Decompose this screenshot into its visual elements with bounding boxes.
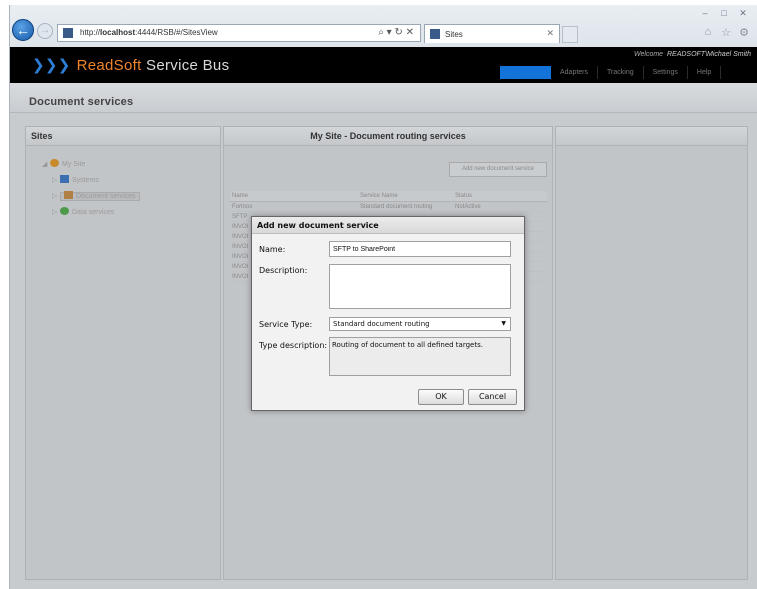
sites-panel-title: Sites bbox=[26, 127, 220, 146]
logo-brand: ReadSoft bbox=[76, 57, 142, 74]
name-label: Name: bbox=[259, 245, 286, 254]
chevron-down-icon[interactable]: ▼ bbox=[501, 318, 506, 330]
sites-tree: ◢ My Site ▷ Systems ▷ Document services ▷ Da… bbox=[42, 159, 140, 223]
description-label: Description: bbox=[259, 266, 308, 275]
address-tools-icons[interactable]: ⌕ ▾ ↻ ✕ bbox=[378, 27, 414, 38]
add-document-service-dialog: Add new document service Name: Descripti… bbox=[251, 216, 525, 411]
column-header-service-name[interactable]: Service Name bbox=[360, 191, 455, 201]
address-bar[interactable]: http://localhost:4444/RSB/#/SitesView ⌕ … bbox=[57, 24, 421, 42]
close-window-button[interactable]: ✕ bbox=[735, 7, 751, 19]
service-type-label: Service Type: bbox=[259, 320, 313, 329]
service-type-select[interactable]: Standard document routing ▼ bbox=[329, 317, 511, 331]
nav-tracking[interactable]: Tracking bbox=[598, 66, 644, 79]
tree-item-document-services[interactable]: ▷ Document services bbox=[52, 191, 140, 203]
details-panel bbox=[555, 126, 748, 580]
type-description-label: Type description: bbox=[259, 341, 328, 350]
nav-help[interactable]: Help bbox=[688, 66, 722, 79]
nav-adapters[interactable]: Adapters bbox=[551, 66, 599, 79]
address-url: http://localhost:4444/RSB/#/SitesView bbox=[80, 28, 218, 37]
welcome-user: READSOFT\Michael Smith bbox=[666, 51, 751, 58]
name-input[interactable] bbox=[329, 241, 511, 257]
maximize-button[interactable]: □ bbox=[716, 7, 732, 19]
expand-arrow-icon[interactable]: ▷ bbox=[52, 191, 60, 203]
page-title: Document services bbox=[29, 96, 134, 108]
table-header: Name Service Name Status bbox=[230, 191, 547, 202]
new-tab-button[interactable] bbox=[562, 26, 578, 43]
details-panel-header bbox=[556, 127, 747, 146]
expand-arrow-icon[interactable]: ◢ bbox=[42, 159, 50, 171]
data-services-icon bbox=[60, 207, 69, 215]
type-description-box: Routing of document to all defined targe… bbox=[329, 337, 511, 376]
site-globe-icon bbox=[50, 159, 59, 167]
app-logo: ❯❯❯ ReadSoft Service Bus bbox=[32, 56, 229, 74]
dialog-title: Add new document service bbox=[252, 217, 524, 234]
cancel-button[interactable]: Cancel bbox=[468, 389, 517, 405]
tab-favicon-icon bbox=[430, 29, 440, 39]
welcome-text: Welcome READSOFT\Michael Smith bbox=[634, 51, 751, 58]
tree-item-systems[interactable]: ▷ Systems bbox=[52, 175, 140, 187]
tab-title: Sites bbox=[445, 30, 463, 39]
logo-chevron-icon: ❯❯❯ bbox=[32, 57, 71, 74]
tree-item-my-site[interactable]: ◢ My Site bbox=[42, 159, 140, 171]
tab-close-icon[interactable]: ✕ bbox=[546, 28, 554, 39]
forward-button[interactable]: → bbox=[37, 23, 53, 39]
app-header: ❯❯❯ ReadSoft Service Bus Welcome READSOFT… bbox=[10, 47, 757, 83]
expand-arrow-icon[interactable]: ▷ bbox=[52, 175, 60, 187]
minimize-button[interactable]: – bbox=[697, 7, 713, 19]
systems-icon bbox=[60, 175, 69, 183]
table-row[interactable]: Fortnox Standard document routing NotActiv… bbox=[230, 202, 547, 212]
back-button[interactable]: ← bbox=[12, 19, 34, 41]
document-services-icon bbox=[64, 191, 73, 199]
page-header: Document services bbox=[10, 83, 757, 113]
nav-settings[interactable]: Settings bbox=[644, 66, 688, 79]
nav-sites[interactable]: Sites bbox=[500, 66, 551, 79]
sites-panel: Sites ◢ My Site ▷ Systems ▷ Document servic… bbox=[25, 126, 231, 580]
settings-gear-icon[interactable]: ⚙ bbox=[737, 26, 751, 39]
favorites-star-icon[interactable]: ☆ bbox=[719, 26, 733, 39]
browser-tab-sites[interactable]: Sites ✕ bbox=[424, 24, 560, 43]
browser-chrome: – □ ✕ ⌂ ☆ ⚙ ← → http://localhost:4444/RS… bbox=[10, 5, 757, 47]
main-nav: Sites Adapters Tracking Settings Help bbox=[500, 66, 722, 79]
page-favicon-icon bbox=[63, 28, 73, 38]
window-controls: – □ ✕ bbox=[694, 7, 751, 19]
description-textarea[interactable] bbox=[329, 264, 511, 309]
expand-arrow-icon[interactable]: ▷ bbox=[52, 207, 60, 219]
browser-toolbar-icons: ⌂ ☆ ⚙ bbox=[697, 26, 751, 39]
home-icon[interactable]: ⌂ bbox=[701, 26, 715, 39]
ok-button[interactable]: OK bbox=[418, 389, 464, 405]
services-panel-title: My Site - Document routing services bbox=[224, 127, 552, 146]
column-header-name[interactable]: Name bbox=[230, 191, 360, 201]
add-document-service-button[interactable]: Add new document service bbox=[449, 162, 547, 177]
logo-product: Service Bus bbox=[146, 57, 230, 74]
tree-item-data-services[interactable]: ▷ Data services bbox=[52, 207, 140, 219]
column-header-status[interactable]: Status bbox=[455, 191, 545, 201]
service-type-value: Standard document routing bbox=[333, 320, 430, 328]
